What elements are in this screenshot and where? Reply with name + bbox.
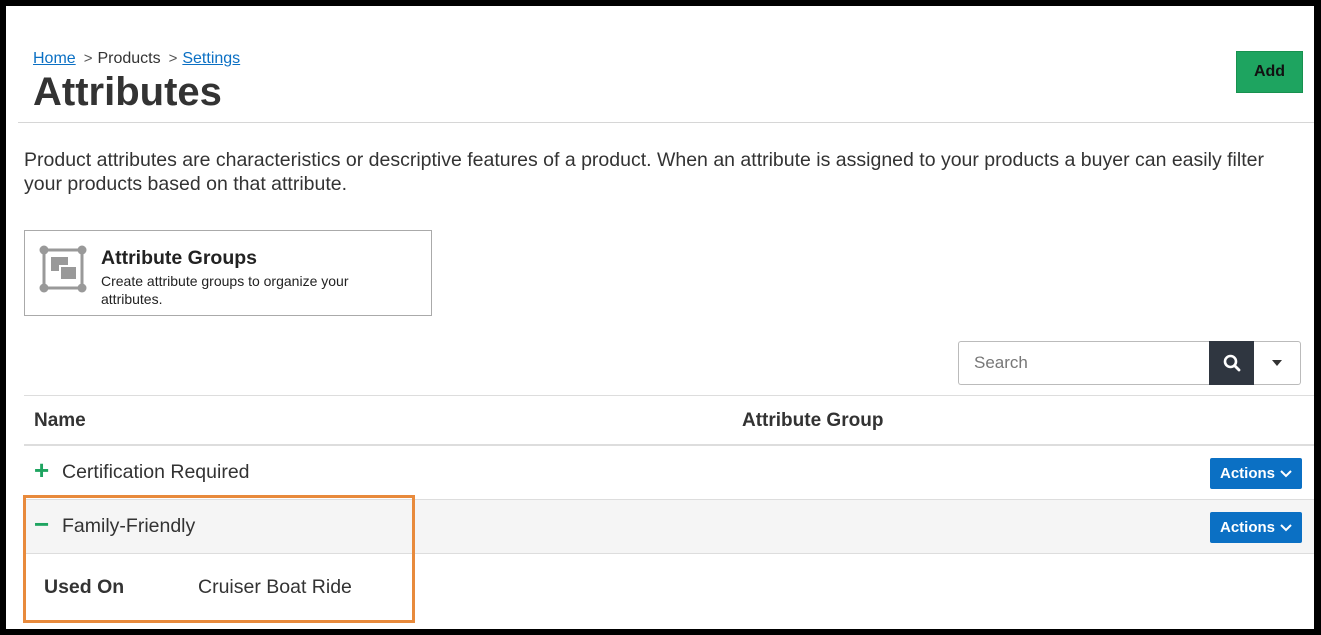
attribute-groups-card[interactable]: Attribute Groups Create attribute groups…: [24, 230, 432, 316]
attribute-groups-description: Create attribute groups to organize your…: [101, 273, 349, 307]
attribute-groups-icon: [39, 245, 87, 293]
collapse-icon[interactable]: −: [34, 511, 54, 537]
table-row: − Family-Friendly Actions: [24, 500, 1314, 554]
app-frame: Home > Products > Settings Attributes Add Pr…: [0, 0, 1321, 635]
breadcrumb-settings-link[interactable]: Settings: [182, 50, 240, 67]
breadcrumb: Home > Products > Settings: [33, 50, 240, 68]
breadcrumb-separator: >: [168, 50, 178, 67]
breadcrumb-separator: >: [83, 50, 93, 67]
actions-button[interactable]: Actions: [1210, 512, 1302, 543]
breadcrumb-home-link[interactable]: Home: [33, 50, 76, 67]
used-on-value: Cruiser Boat Ride: [198, 576, 352, 598]
search-bar: [958, 341, 1301, 385]
row-detail: Used On Cruiser Boat Ride: [24, 554, 1314, 622]
header-divider: [18, 122, 1314, 123]
attribute-groups-title: Attribute Groups: [101, 247, 257, 269]
attribute-name: Certification Required: [62, 461, 250, 483]
table-header: Name Attribute Group: [24, 395, 1314, 446]
attributes-table: Name Attribute Group + Certification Req…: [24, 395, 1314, 622]
chevron-down-icon: [1280, 469, 1292, 477]
attribute-name: Family-Friendly: [62, 515, 196, 537]
caret-down-icon: [1272, 360, 1282, 366]
column-header-name[interactable]: Name: [34, 410, 86, 432]
chevron-down-icon: [1280, 523, 1292, 531]
actions-label: Actions: [1219, 465, 1275, 482]
search-button[interactable]: [1209, 341, 1254, 385]
page-title: Attributes: [33, 70, 222, 114]
actions-button[interactable]: Actions: [1210, 458, 1302, 489]
actions-label: Actions: [1219, 519, 1275, 536]
page-description: Product attributes are characteristics o…: [24, 149, 1264, 195]
expand-icon[interactable]: +: [34, 457, 54, 483]
page-content: Home > Products > Settings Attributes Add Pr…: [18, 6, 1314, 629]
column-header-attribute-group[interactable]: Attribute Group: [742, 410, 883, 432]
breadcrumb-products: Products: [97, 50, 161, 67]
add-button[interactable]: Add: [1236, 51, 1303, 93]
search-options-dropdown[interactable]: [1254, 341, 1301, 385]
search-input[interactable]: [958, 341, 1210, 385]
search-icon: [1223, 354, 1240, 372]
used-on-label: Used On: [44, 576, 125, 598]
table-row: + Certification Required Actions: [24, 446, 1314, 500]
